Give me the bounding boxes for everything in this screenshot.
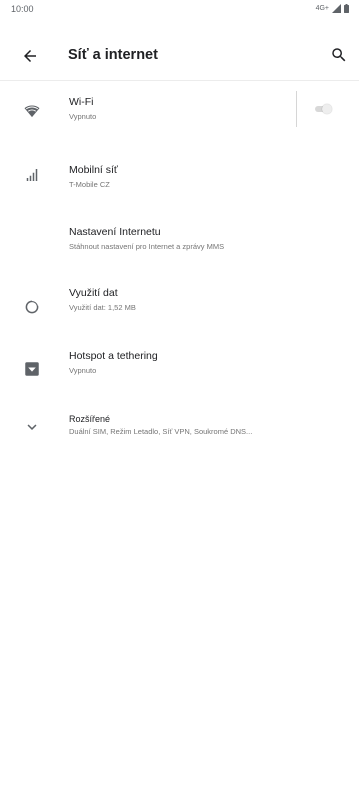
hotspot-text: Hotspot a tethering Vypnuto — [69, 350, 335, 375]
wifi-subtitle: Vypnuto — [69, 112, 97, 121]
advanced-text: Rozšířené Duální SIM, Režim Letadlo, Síť… — [69, 414, 351, 436]
chevron-down-icon — [27, 424, 37, 430]
hotspot-icon — [25, 362, 39, 376]
search-icon[interactable] — [330, 46, 348, 64]
wifi-icon — [24, 105, 40, 118]
status-time: 10:00 — [11, 4, 34, 14]
data-usage-title: Využití dat — [69, 287, 118, 299]
app-bar: Síť a internet — [0, 34, 359, 81]
settings-item-wifi[interactable]: Wi-Fi Vypnuto — [0, 84, 359, 136]
advanced-title: Rozšířené — [69, 414, 111, 424]
settings-item-mobile-network[interactable]: Mobilní síť T-Mobile CZ — [0, 152, 359, 204]
data-usage-subtitle: Využití dat: 1,52 MB — [69, 303, 136, 312]
wifi-text: Wi-Fi Vypnuto — [69, 96, 285, 121]
wifi-divider — [296, 91, 297, 127]
status-bar: 10:00 4G+ — [0, 0, 359, 24]
arrow-back-icon[interactable] — [21, 47, 39, 65]
internet-settings-text: Nastavení Internetu Stáhnout nastavení p… — [69, 226, 335, 251]
mobile-network-title: Mobilní síť — [69, 164, 118, 176]
status-icons: 4G+ — [316, 4, 349, 13]
network-type-label: 4G+ — [315, 5, 329, 12]
internet-settings-subtitle: Stáhnout nastavení pro Internet a zprávy… — [69, 242, 225, 251]
hotspot-subtitle: Vypnuto — [69, 366, 97, 375]
settings-item-data-usage[interactable]: Využití dat Využití dat: 1,52 MB — [0, 280, 359, 332]
signal-icon — [332, 4, 341, 13]
data-usage-text: Využití dat Využití dat: 1,52 MB — [69, 287, 335, 312]
toggle-thumb — [322, 104, 332, 114]
cellular-signal-icon — [26, 169, 38, 181]
page-title: Síť a internet — [68, 47, 158, 63]
wifi-toggle[interactable] — [313, 104, 333, 114]
advanced-subtitle: Duální SIM, Režim Letadlo, Síť VPN, Souk… — [69, 427, 253, 436]
battery-icon — [344, 4, 349, 13]
wifi-title: Wi-Fi — [69, 96, 94, 108]
hotspot-title: Hotspot a tethering — [69, 350, 158, 362]
settings-item-hotspot[interactable]: Hotspot a tethering Vypnuto — [0, 342, 359, 394]
settings-item-internet-settings[interactable]: Nastavení Internetu Stáhnout nastavení p… — [0, 220, 359, 272]
mobile-network-subtitle: T-Mobile CZ — [69, 180, 110, 189]
internet-settings-title: Nastavení Internetu — [69, 226, 161, 238]
settings-item-advanced[interactable]: Rozšířené Duální SIM, Režim Letadlo, Síť… — [0, 406, 359, 458]
data-usage-icon — [25, 298, 41, 314]
mobile-network-text: Mobilní síť T-Mobile CZ — [69, 164, 335, 189]
